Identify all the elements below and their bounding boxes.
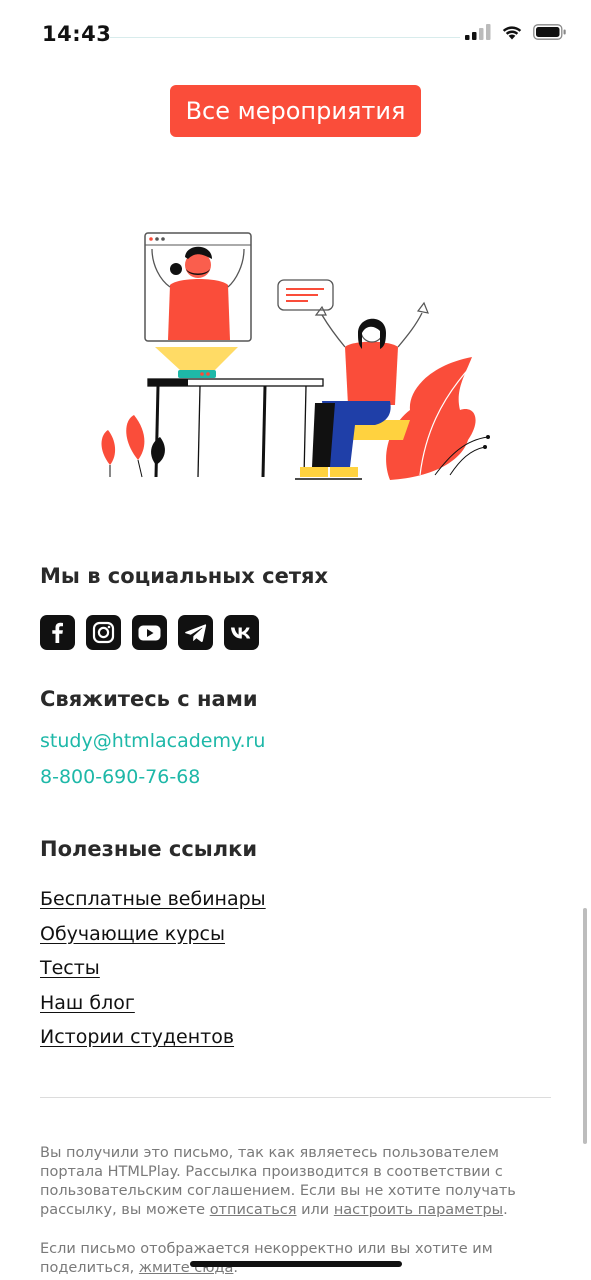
status-time: 14:43 <box>42 22 112 46</box>
battery-icon <box>533 24 566 40</box>
footer-share-notice: Если письмо отображается некорректно или… <box>40 1240 550 1278</box>
telegram-icon[interactable] <box>178 615 213 650</box>
online-webinar-illustration <box>101 232 490 480</box>
status-icons <box>465 24 567 40</box>
youtube-icon[interactable] <box>132 615 167 650</box>
instagram-icon[interactable] <box>86 615 121 650</box>
link-free-webinars[interactable]: Бесплатные вебинары <box>40 888 266 910</box>
footer-notice-end: . <box>503 1202 508 1218</box>
home-indicator <box>190 1261 402 1267</box>
social-links <box>40 615 259 650</box>
social-title: Мы в социальных сетях <box>40 564 329 588</box>
footer-notice-or: или <box>296 1202 334 1218</box>
link-blog[interactable]: Наш блог <box>40 992 135 1014</box>
status-divider <box>110 37 460 38</box>
settings-link[interactable]: настроить параметры <box>334 1202 503 1218</box>
list-item: Тесты <box>40 957 266 992</box>
link-courses[interactable]: Обучающие курсы <box>40 923 225 945</box>
signal-icon <box>465 24 491 40</box>
link-student-stories[interactable]: Истории студентов <box>40 1026 234 1048</box>
status-bar: 14:43 <box>0 0 591 70</box>
list-item: Обучающие курсы <box>40 923 266 958</box>
useful-links-list: Бесплатные вебинары Обучающие курсы Тест… <box>40 888 266 1061</box>
scrollbar[interactable] <box>583 908 587 1144</box>
all-events-button[interactable]: Все мероприятия <box>170 85 421 137</box>
contact-phone-link[interactable]: 8-800-690-76-68 <box>40 766 200 788</box>
facebook-icon[interactable] <box>40 615 75 650</box>
footer-notice: Вы получили это письмо, так как являетес… <box>40 1144 550 1220</box>
vk-icon[interactable] <box>224 615 259 650</box>
wifi-icon <box>502 26 522 40</box>
link-tests[interactable]: Тесты <box>40 957 100 979</box>
useful-links-title: Полезные ссылки <box>40 837 258 861</box>
list-item: Бесплатные вебинары <box>40 888 266 923</box>
list-item: Истории студентов <box>40 1026 266 1061</box>
footer-divider <box>40 1097 551 1098</box>
unsubscribe-link[interactable]: отписаться <box>210 1202 297 1218</box>
list-item: Наш блог <box>40 992 266 1027</box>
footer-share-text: Если письмо отображается некорректно или… <box>40 1241 493 1276</box>
contact-email-link[interactable]: study@htmlacademy.ru <box>40 730 265 752</box>
contact-title: Свяжитесь с нами <box>40 687 258 711</box>
